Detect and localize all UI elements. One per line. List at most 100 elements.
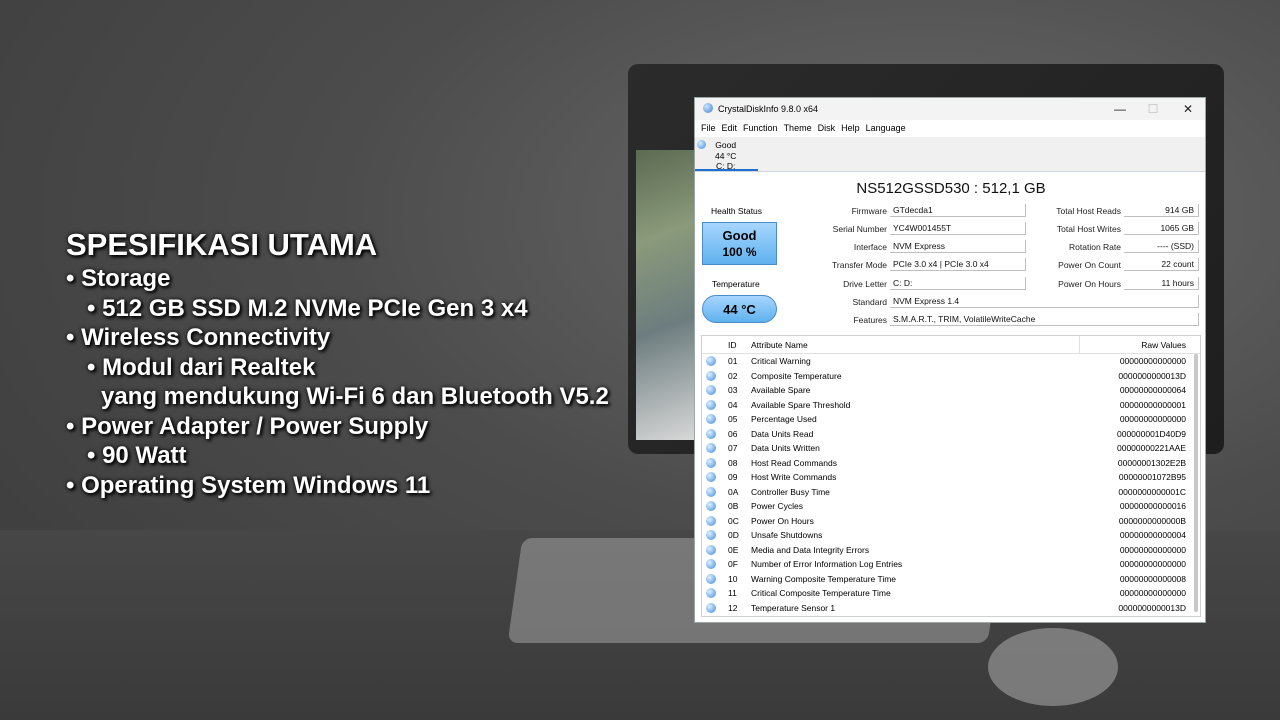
attribute-name: Warning Composite Temperature Time (751, 573, 897, 584)
status-dot-icon (706, 356, 716, 366)
disk-tab[interactable]: Good 44 °C C: D: (715, 140, 736, 172)
serial-value: YC4W001455T (890, 222, 1026, 235)
attribute-id: 04 (728, 399, 738, 410)
column-divider (1079, 336, 1080, 353)
table-row[interactable]: 09 Host Write Commands 00000001072B95 (702, 470, 1200, 485)
spec-line: • Modul dari Realtek (87, 353, 316, 381)
attribute-raw-value: 00000000000008 (1119, 573, 1186, 584)
table-row[interactable]: 0B Power Cycles 00000000000016 (702, 499, 1200, 514)
maximize-button[interactable]: ☐ (1138, 101, 1168, 117)
attribute-id: 03 (728, 385, 738, 395)
header-id[interactable]: ID (728, 340, 737, 350)
total-host-reads-value: 914 GB (1124, 204, 1199, 217)
spec-overlay: SPESIFIKASI UTAMA • Storage • 512 GB SSD … (66, 226, 609, 500)
attribute-name: Number of Error Information Log Entries (751, 559, 903, 569)
header-raw-values[interactable]: Raw Values (1141, 340, 1186, 350)
table-row[interactable]: 11 Critical Composite Temperature Time 000… (702, 586, 1200, 601)
rotation-rate-value: ---- (SSD) (1124, 240, 1199, 253)
menu-item-disk[interactable]: Disk (818, 120, 836, 137)
attribute-raw-value: 00000000000000 (1119, 559, 1186, 569)
health-status-value: Good (722, 228, 757, 243)
attribute-name: Available Spare (751, 385, 811, 395)
table-row[interactable]: 03 Available Spare 00000000000064 (702, 383, 1200, 398)
table-row[interactable]: 0F Number of Error Information Log Entrie… (702, 557, 1200, 572)
spec-line: • Operating System Windows 11 (66, 471, 431, 499)
attribute-id: 0D (728, 530, 739, 540)
table-row[interactable]: 05 Percentage Used 00000000000000 (702, 412, 1200, 427)
header-attribute-name[interactable]: Attribute Name (751, 340, 808, 350)
menu-item-file[interactable]: File (701, 120, 716, 137)
spec-title: SPESIFIKASI UTAMA (66, 227, 378, 262)
attribute-id: 01 (728, 356, 738, 366)
total-host-reads-label: Total Host Reads (1056, 206, 1121, 216)
power-on-hours-value: 11 hours (1124, 277, 1199, 290)
attribute-raw-value: 0000000000013D (1118, 602, 1186, 613)
attribute-name: Percentage Used (751, 414, 817, 424)
attribute-raw-value: 0000000000013D (1118, 370, 1186, 381)
serial-label: Serial Number (832, 224, 887, 234)
disk-selector[interactable]: Good 44 °C C: D: (695, 137, 1205, 171)
attribute-id: 0A (728, 486, 739, 497)
menu-item-help[interactable]: Help (841, 120, 860, 137)
attribute-name: Critical Composite Temperature Time (751, 588, 891, 598)
minimize-button[interactable]: — (1105, 101, 1135, 117)
table-row[interactable]: 06 Data Units Read 000000001D40D9 (702, 427, 1200, 442)
status-dot-icon (706, 428, 716, 439)
total-host-writes-label: Total Host Writes (1056, 224, 1121, 234)
close-button[interactable]: ✕ (1173, 101, 1203, 117)
attribute-name: Power On Hours (751, 515, 814, 526)
attribute-raw-value: 0000000000000B (1118, 515, 1186, 526)
status-dot-icon (706, 530, 716, 540)
menu-bar: File Edit Function Theme Disk Help Language (695, 120, 1205, 137)
menu-item-edit[interactable]: Edit (722, 120, 738, 137)
attribute-id: 08 (728, 457, 738, 468)
health-status-badge[interactable]: Good 100 % (702, 222, 777, 265)
table-row[interactable]: 0A Controller Busy Time 0000000000001C (702, 485, 1200, 500)
menu-item-theme[interactable]: Theme (784, 120, 812, 137)
transfer-mode-label: Transfer Mode (832, 260, 887, 270)
interface-label: Interface (853, 242, 887, 252)
attribute-id: 0F (728, 559, 738, 569)
status-dot-icon (706, 573, 716, 584)
status-dot-icon (706, 414, 716, 424)
attribute-raw-value: 000000001D40D9 (1116, 428, 1186, 439)
table-row[interactable]: 07 Data Units Written 00000000221AAE (702, 441, 1200, 456)
attribute-raw-value: 00000001302E2B (1117, 457, 1186, 468)
table-body: 01 Critical Warning 00000000000000 02 Compos… (702, 354, 1200, 615)
scrollbar[interactable] (1194, 354, 1198, 612)
attribute-raw-value: 00000000000004 (1119, 530, 1186, 540)
table-row[interactable]: 08 Host Read Commands 00000001302E2B (702, 456, 1200, 471)
menu-item-language[interactable]: Language (866, 120, 906, 137)
power-on-hours-label: Power On Hours (1058, 279, 1121, 289)
table-row[interactable]: 12 Temperature Sensor 1 0000000000013D (702, 601, 1200, 616)
title-bar[interactable]: CrystalDiskInfo 9.8.0 x64 — ☐ ✕ (695, 98, 1205, 120)
attribute-name: Controller Busy Time (751, 486, 830, 497)
crystaldiskinfo-window: CrystalDiskInfo 9.8.0 x64 — ☐ ✕ File Edit… (694, 97, 1206, 623)
table-row[interactable]: 0C Power On Hours 0000000000000B (702, 514, 1200, 529)
drive-letter-label: Drive Letter (843, 279, 887, 289)
table-row[interactable]: 10 Warning Composite Temperature Time 0000… (702, 572, 1200, 587)
table-row[interactable]: 02 Composite Temperature 0000000000013D (702, 369, 1200, 384)
disk-tab-temp: 44 °C (715, 150, 737, 161)
spec-line: • Storage (66, 265, 171, 292)
table-row[interactable]: 0D Unsafe Shutdowns 00000000000004 (702, 528, 1200, 543)
menu-item-function[interactable]: Function (743, 120, 778, 137)
health-dot-icon (697, 140, 706, 149)
status-dot-icon (706, 544, 716, 555)
attribute-id: 11 (728, 588, 737, 598)
attribute-id: 10 (728, 573, 738, 584)
health-percent: 100 % (722, 245, 757, 259)
table-row[interactable]: 01 Critical Warning 00000000000000 (702, 354, 1200, 369)
table-row[interactable]: 04 Available Spare Threshold 0000000000000… (702, 398, 1200, 413)
status-dot-icon (706, 501, 716, 511)
power-on-count-label: Power On Count (1058, 260, 1121, 270)
status-dot-icon (706, 588, 716, 598)
temperature-label: Temperature (712, 279, 760, 289)
attribute-name: Media and Data Integrity Errors (751, 544, 870, 555)
attribute-name: Temperature Sensor 1 (751, 602, 836, 613)
attribute-raw-value: 00000000000016 (1119, 501, 1186, 511)
attribute-name: Unsafe Shutdowns (751, 530, 823, 540)
table-row[interactable]: 0E Media and Data Integrity Errors 0000000… (702, 543, 1200, 558)
attribute-id: 0C (728, 515, 739, 526)
temperature-badge[interactable]: 44 °C (702, 295, 777, 323)
